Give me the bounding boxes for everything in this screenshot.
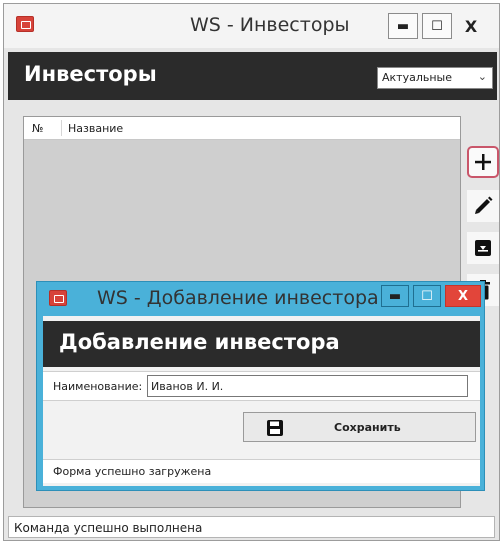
- dialog-status-bar: Форма успешно загружена: [43, 459, 480, 483]
- dialog-minimize-button[interactable]: ▬: [381, 285, 409, 307]
- column-header-name[interactable]: Название: [68, 122, 123, 135]
- filter-selected-value: Актуальные: [382, 71, 452, 84]
- column-header-number[interactable]: №: [32, 122, 43, 135]
- main-header: Инвесторы Актуальные ⌄: [8, 52, 497, 100]
- status-filter-select[interactable]: Актуальные ⌄: [377, 67, 493, 89]
- add-investor-button[interactable]: [467, 146, 499, 178]
- minimize-icon: ▬: [388, 288, 402, 304]
- archive-investor-button[interactable]: [467, 232, 499, 264]
- dialog-header: Добавление инвестора: [43, 321, 480, 367]
- edit-investor-button[interactable]: [467, 190, 499, 222]
- page-title: Инвесторы: [24, 62, 157, 86]
- plus-icon: [475, 154, 491, 170]
- dialog-maximize-button[interactable]: ☐: [413, 285, 441, 307]
- pencil-icon: [475, 196, 493, 214]
- save-button-label: Сохранить: [334, 421, 401, 434]
- maximize-icon: ☐: [421, 288, 433, 304]
- main-titlebar[interactable]: WS - Инвесторы ▬ ☐ X: [4, 4, 499, 48]
- floppy-disk-icon: [267, 420, 283, 436]
- main-status-bar: Команда успешно выполнена: [8, 516, 495, 538]
- close-icon: X: [464, 16, 478, 36]
- save-button[interactable]: Сохранить: [243, 412, 476, 442]
- table-header: № Название: [24, 117, 460, 140]
- dialog-heading: Добавление инвестора: [59, 330, 340, 354]
- maximize-icon: ☐: [431, 18, 443, 34]
- close-icon: X: [457, 288, 469, 304]
- dialog-window-title: WS - Добавление инвестора: [97, 287, 379, 309]
- minimize-button[interactable]: ▬: [388, 13, 418, 39]
- dialog-close-button[interactable]: X: [445, 285, 481, 307]
- column-divider: [61, 120, 62, 136]
- dialog-app-icon: [49, 290, 67, 306]
- chevron-down-icon: ⌄: [477, 70, 487, 83]
- archive-icon: [475, 240, 491, 256]
- name-field-label: Наименование:: [53, 380, 143, 393]
- app-icon: [16, 16, 34, 32]
- minimize-icon: ▬: [396, 18, 410, 34]
- dialog-body: Добавление инвестора Наименование: Сохра…: [43, 316, 480, 486]
- add-investor-dialog: WS - Добавление инвестора ▬ ☐ X Добавлен…: [36, 281, 485, 491]
- maximize-button[interactable]: ☐: [422, 13, 452, 39]
- close-button[interactable]: X: [456, 13, 486, 39]
- main-window-title: WS - Инвесторы: [190, 14, 350, 36]
- name-field-input[interactable]: [147, 375, 468, 397]
- name-field-row: Наименование:: [43, 371, 480, 401]
